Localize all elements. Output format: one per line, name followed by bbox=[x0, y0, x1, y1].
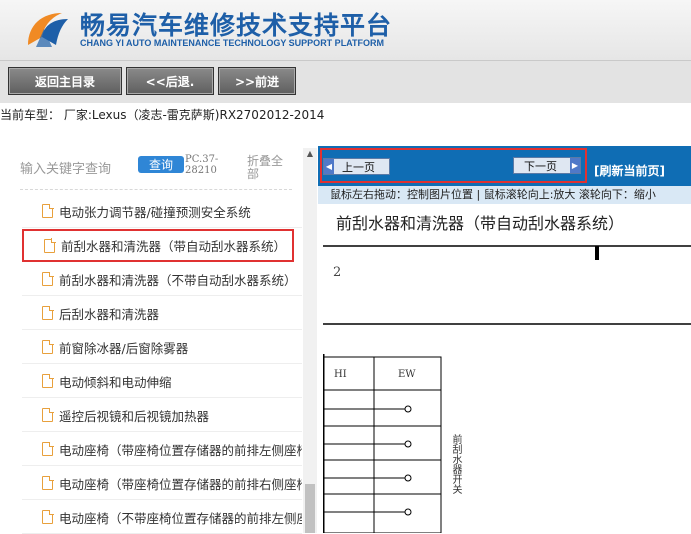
viewer-hint: 鼠标左右拖动：控制图片位置 | 鼠标滚轮向上:放大 滚轮向下：缩小 bbox=[318, 186, 691, 204]
search-input[interactable]: 输入关键字查询 bbox=[20, 158, 111, 177]
changyi-logo-icon bbox=[28, 13, 68, 47]
arrow-left-icon: ◀ bbox=[324, 159, 334, 174]
tree-item[interactable]: 电动张力调节器/碰撞预测安全系统 bbox=[22, 195, 302, 228]
refresh-page-link[interactable]: [刷新当前页] bbox=[594, 162, 665, 179]
tree-item[interactable]: 电动座椅（带座椅位置存储器的前排右侧座椅） bbox=[22, 467, 302, 500]
document-icon bbox=[42, 441, 54, 456]
forward-button[interactable]: >>前进 bbox=[218, 67, 296, 95]
sidebar-scrollbar[interactable] bbox=[303, 148, 317, 533]
tree-item-label: 前刮水器和清洗器（带自动刮水器系统） bbox=[61, 239, 287, 254]
next-page-button[interactable]: 下一页 ▶ bbox=[513, 157, 581, 174]
prev-page-button[interactable]: ◀ 上一页 bbox=[323, 158, 390, 175]
document-icon bbox=[42, 271, 54, 286]
scroll-up-arrow-icon[interactable]: ▲ bbox=[303, 148, 317, 160]
wiper-switch-label: 前刮水器开关 bbox=[450, 434, 461, 494]
tree-item[interactable]: 电动座椅（带座椅位置存储器的前排左侧座椅） bbox=[22, 433, 302, 466]
current-vehicle-text: 当前车型： 厂家:Lexus（凌志-雷克萨斯)RX2702012-2014 bbox=[0, 108, 325, 122]
tree-item-label: 电动座椅（不带座椅位置存储器的前排左侧座椅） bbox=[59, 510, 302, 526]
diagram-drawing bbox=[323, 245, 691, 533]
tree-item[interactable]: 前刮水器和清洗器（不带自动刮水器系统） bbox=[22, 263, 302, 296]
diagram-page-number: 2 bbox=[333, 265, 342, 280]
collapse-all-link[interactable]: 折叠全 部 bbox=[247, 155, 283, 181]
column-hi-label: HI bbox=[334, 369, 347, 380]
tree-item-label: 后刮水器和清洗器 bbox=[59, 306, 160, 322]
document-code-line1: PC.37- bbox=[185, 154, 219, 165]
tree-item[interactable]: 前窗除冰器/后窗除雾器 bbox=[22, 331, 302, 364]
tree-item-label: 电动倾斜和电动伸缩 bbox=[59, 374, 172, 390]
tree-item-label: 前刮水器和清洗器（不带自动刮水器系统） bbox=[59, 272, 297, 288]
prev-page-label: 上一页 bbox=[342, 160, 375, 174]
platform-title: 畅易汽车维修技术支持平台 bbox=[80, 11, 393, 40]
tree-item-label: 电动张力调节器/碰撞预测安全系统 bbox=[59, 204, 251, 220]
arrow-right-icon: ▶ bbox=[570, 158, 580, 173]
viewer-hint-text: 鼠标左右拖动：控制图片位置 | 鼠标滚轮向上:放大 滚轮向下：缩小 bbox=[330, 188, 656, 201]
document-code-line2: 28210 bbox=[185, 165, 217, 176]
document-icon bbox=[42, 373, 54, 388]
column-ew-label: EW bbox=[398, 369, 416, 380]
next-page-label: 下一页 bbox=[524, 159, 557, 173]
document-icon bbox=[42, 305, 54, 320]
document-icon bbox=[44, 238, 56, 253]
tree-item-label: 电动座椅（带座椅位置存储器的前排右侧座椅） bbox=[59, 476, 302, 492]
nav-toolbar: 返回主目录 <<后退. >>前进 bbox=[0, 60, 691, 103]
tree-item[interactable]: 电动倾斜和电动伸缩 bbox=[22, 365, 302, 398]
tree-item-selected[interactable]: 前刮水器和清洗器（带自动刮水器系统） bbox=[22, 229, 294, 262]
tree-item[interactable]: 遥控后视镜和后视镜加热器 bbox=[22, 399, 302, 432]
back-button[interactable]: <<后退. bbox=[126, 67, 214, 95]
tree-item[interactable]: 电动座椅（不带座椅位置存储器的前排左侧座椅） bbox=[22, 501, 302, 534]
document-icon bbox=[42, 475, 54, 490]
tree-item-label: 电动座椅（带座椅位置存储器的前排左侧座椅） bbox=[59, 442, 302, 458]
back-to-main-menu-button[interactable]: 返回主目录 bbox=[8, 67, 122, 95]
tree-item-label: 遥控后视镜和后视镜加热器 bbox=[59, 408, 210, 424]
document-icon bbox=[42, 509, 54, 524]
document-icon bbox=[42, 203, 54, 218]
collapse-all-line2: 部 bbox=[247, 167, 260, 181]
sidebar-scroll-thumb[interactable] bbox=[305, 484, 315, 533]
document-icon bbox=[42, 339, 54, 354]
platform-subtitle: CHANG YI AUTO MAINTENANCE TECHNOLOGY SUP… bbox=[80, 38, 385, 48]
divider bbox=[20, 189, 292, 190]
tree-item[interactable]: 后刮水器和清洗器 bbox=[22, 297, 302, 330]
document-code: PC.37- 28210 bbox=[185, 154, 218, 176]
document-icon bbox=[42, 407, 54, 422]
app-header: 畅易汽车维修技术支持平台 CHANG YI AUTO MAINTENANCE T… bbox=[0, 0, 691, 60]
tree-item-label: 前窗除冰器/后窗除雾器 bbox=[59, 340, 189, 356]
search-button[interactable]: 查询 bbox=[138, 156, 184, 173]
